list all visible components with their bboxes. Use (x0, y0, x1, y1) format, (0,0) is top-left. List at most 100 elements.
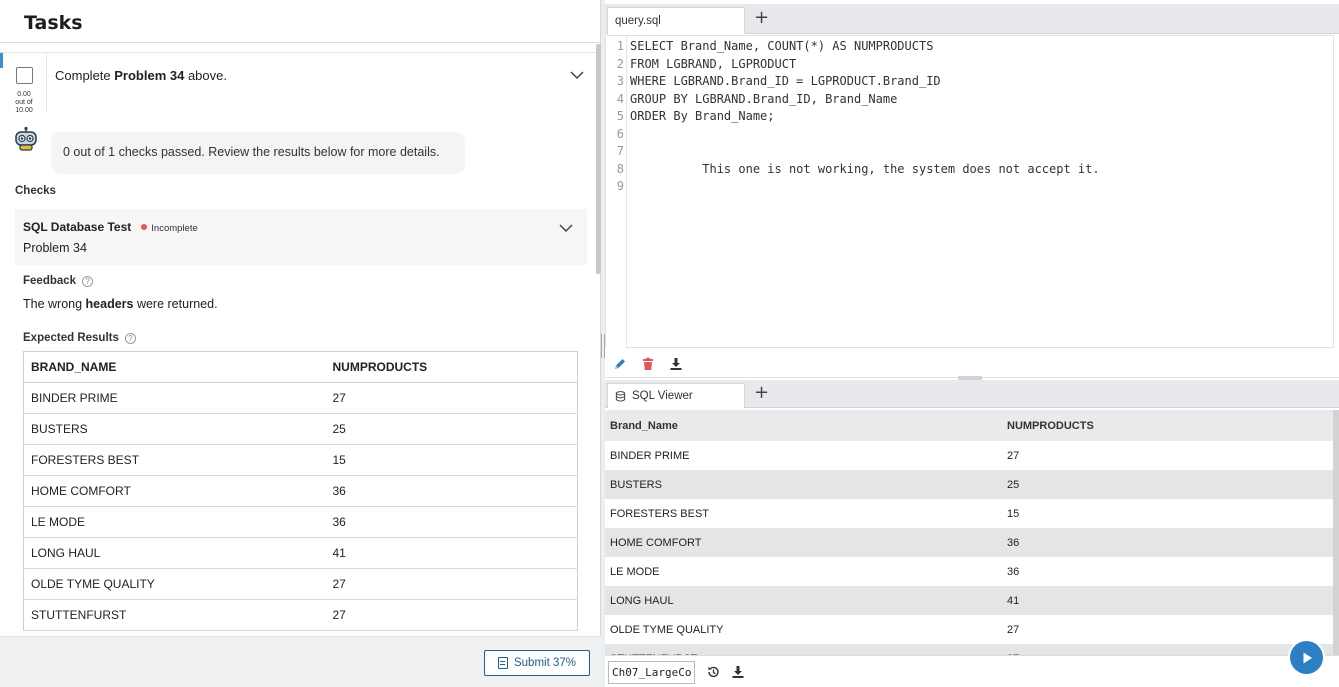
viewer-tab-bar: SQL Viewer + (605, 380, 1339, 408)
play-icon (1303, 652, 1312, 663)
score-max: 10.00 (15, 107, 33, 114)
test-title: SQL Database Test (23, 220, 132, 234)
table-row: OLDE TYME QUALITY 27 (605, 615, 1333, 644)
table-row: BINDER PRIME 27 (23, 382, 578, 414)
history-icon[interactable] (706, 665, 720, 679)
pencil-icon[interactable] (613, 357, 627, 371)
expected-results-heading: Expected Results? (23, 332, 136, 344)
download-icon[interactable] (669, 357, 683, 371)
run-query-button[interactable] (1290, 641, 1323, 674)
code-line[interactable]: SELECT Brand_Name, COUNT(*) AS NUMPRODUC… (630, 39, 933, 53)
sql-results-viewer[interactable]: Brand_Name NUMPRODUCTS BINDER PRIME 27 BU… (605, 410, 1333, 655)
database-select[interactable]: Ch07_LargeCo (608, 661, 695, 684)
table-cell: HOME COMFORT (23, 475, 326, 507)
task-row[interactable]: 0.00 out of 10.00 Complete Problem 34 ab… (0, 52, 596, 115)
column-header: NUMPRODUCTS (325, 351, 578, 383)
help-icon[interactable]: ? (82, 276, 94, 287)
task-text-prefix: Complete (55, 68, 115, 83)
test-title-row: SQL Database Test Incomplete (23, 220, 198, 234)
feedback-suffix: were returned. (133, 297, 218, 311)
table-cell: 27 (1007, 449, 1020, 462)
status-dot-icon (141, 224, 148, 230)
expected-results-table: BRAND_NAME NUMPRODUCTS BINDER PRIME 27 BU… (23, 351, 578, 631)
code-line[interactable]: GROUP BY LGBRAND.Brand_ID, Brand_Name (630, 92, 897, 106)
table-cell: BINDER PRIME (23, 382, 326, 414)
tasks-footer: Submit 37% (0, 636, 601, 687)
feedback-text: The wrong headers were returned. (23, 297, 218, 311)
chevron-down-icon[interactable] (569, 67, 585, 83)
line-number: 4 (616, 92, 624, 106)
chevron-down-icon[interactable] (558, 220, 574, 236)
table-row: BUSTERS 25 (23, 413, 578, 445)
robot-assistant-icon (15, 126, 37, 151)
table-cell: 27 (325, 568, 578, 600)
table-cell: 41 (325, 537, 578, 569)
table-cell: 25 (325, 413, 578, 445)
task-checkbox[interactable] (16, 67, 33, 84)
table-row: LE MODE 36 (23, 506, 578, 538)
table-cell: LONG HAUL (605, 586, 1002, 615)
submit-button[interactable]: Submit 37% (484, 650, 590, 676)
table-cell: LE MODE (23, 506, 326, 538)
table-cell: HOME COMFORT (605, 528, 1002, 557)
sql-code-editor[interactable]: 1 2 3 4 5 6 7 8 9 SELECT Brand_Name, COU… (605, 35, 1334, 349)
checks-heading: Checks (15, 185, 56, 197)
tasks-header: Tasks (0, 4, 601, 43)
feedback-heading: Feedback? (23, 275, 94, 287)
document-icon (497, 657, 508, 669)
score-value: 0.00 (17, 91, 31, 98)
status-badge: Incomplete (151, 223, 198, 234)
table-cell: STUTTENFURST (605, 644, 1002, 655)
line-number: 9 (616, 179, 624, 193)
editor-tab-bar: query.sql + (605, 4, 1339, 34)
task-instruction: Complete Problem 34 above. (55, 68, 227, 83)
task-divider (46, 53, 47, 113)
sql-test-card[interactable]: SQL Database Test Incomplete Problem 34 (15, 209, 587, 265)
column-header: NUMPRODUCTS (1002, 410, 1333, 441)
trash-icon[interactable] (641, 357, 655, 371)
tasks-scroll-area[interactable]: 0.00 out of 10.00 Complete Problem 34 ab… (0, 44, 601, 636)
tab-label: SQL Viewer (632, 390, 693, 402)
table-header-row: Brand_Name NUMPRODUCTS (605, 410, 1333, 441)
add-tab-button[interactable]: + (754, 382, 769, 403)
submit-label: Submit 37% (513, 657, 576, 669)
task-score: 0.00 out of 10.00 (8, 91, 40, 115)
line-number: 2 (616, 57, 624, 71)
column-header: BRAND_NAME (23, 351, 326, 383)
tab-query-sql[interactable]: query.sql (607, 7, 745, 34)
line-number: 3 (616, 74, 624, 88)
table-cell: 27 (1007, 623, 1020, 636)
test-subtitle: Problem 34 (23, 241, 87, 255)
table-cell: 15 (325, 444, 578, 476)
feedback-bold: headers (85, 297, 134, 311)
editor-scrollbar[interactable] (1333, 35, 1339, 348)
line-number: 1 (616, 39, 624, 53)
tasks-title: Tasks (24, 12, 83, 34)
code-line[interactable]: WHERE LGBRAND.Brand_ID = LGPRODUCT.Brand… (630, 74, 941, 88)
table-cell: BINDER PRIME (610, 449, 690, 462)
help-icon[interactable]: ? (124, 333, 136, 344)
table-cell: 36 (325, 475, 578, 507)
table-cell: FORESTERS BEST (610, 507, 710, 520)
add-tab-button[interactable]: + (754, 7, 769, 28)
viewer-footer: Ch07_LargeCo (605, 655, 1339, 687)
table-cell: BUSTERS (23, 413, 326, 445)
download-icon[interactable] (731, 665, 745, 679)
tab-sql-viewer[interactable]: SQL Viewer (607, 383, 745, 408)
feedback-label: Feedback (23, 275, 77, 287)
code-line[interactable]: ORDER By Brand_Name; (630, 109, 775, 123)
table-cell: 36 (1002, 528, 1333, 557)
code-line[interactable]: FROM LGBRAND, LGPRODUCT (630, 57, 796, 71)
table-cell: OLDE TYME QUALITY (610, 623, 724, 636)
line-number: 5 (616, 109, 624, 123)
table-cell: FORESTERS BEST (23, 444, 326, 476)
viewer-scrollbar[interactable] (1333, 410, 1339, 655)
code-line[interactable]: This one is not working, the system does… (630, 162, 1099, 176)
table-cell: 25 (1002, 470, 1333, 499)
column-header: Brand_Name (605, 410, 1002, 441)
line-number: 6 (616, 127, 624, 141)
table-cell: LONG HAUL (23, 537, 326, 569)
table-cell: 27 (1002, 644, 1333, 655)
table-cell: OLDE TYME QUALITY (23, 568, 326, 600)
check-result-message: 0 out of 1 checks passed. Review the res… (51, 132, 465, 174)
